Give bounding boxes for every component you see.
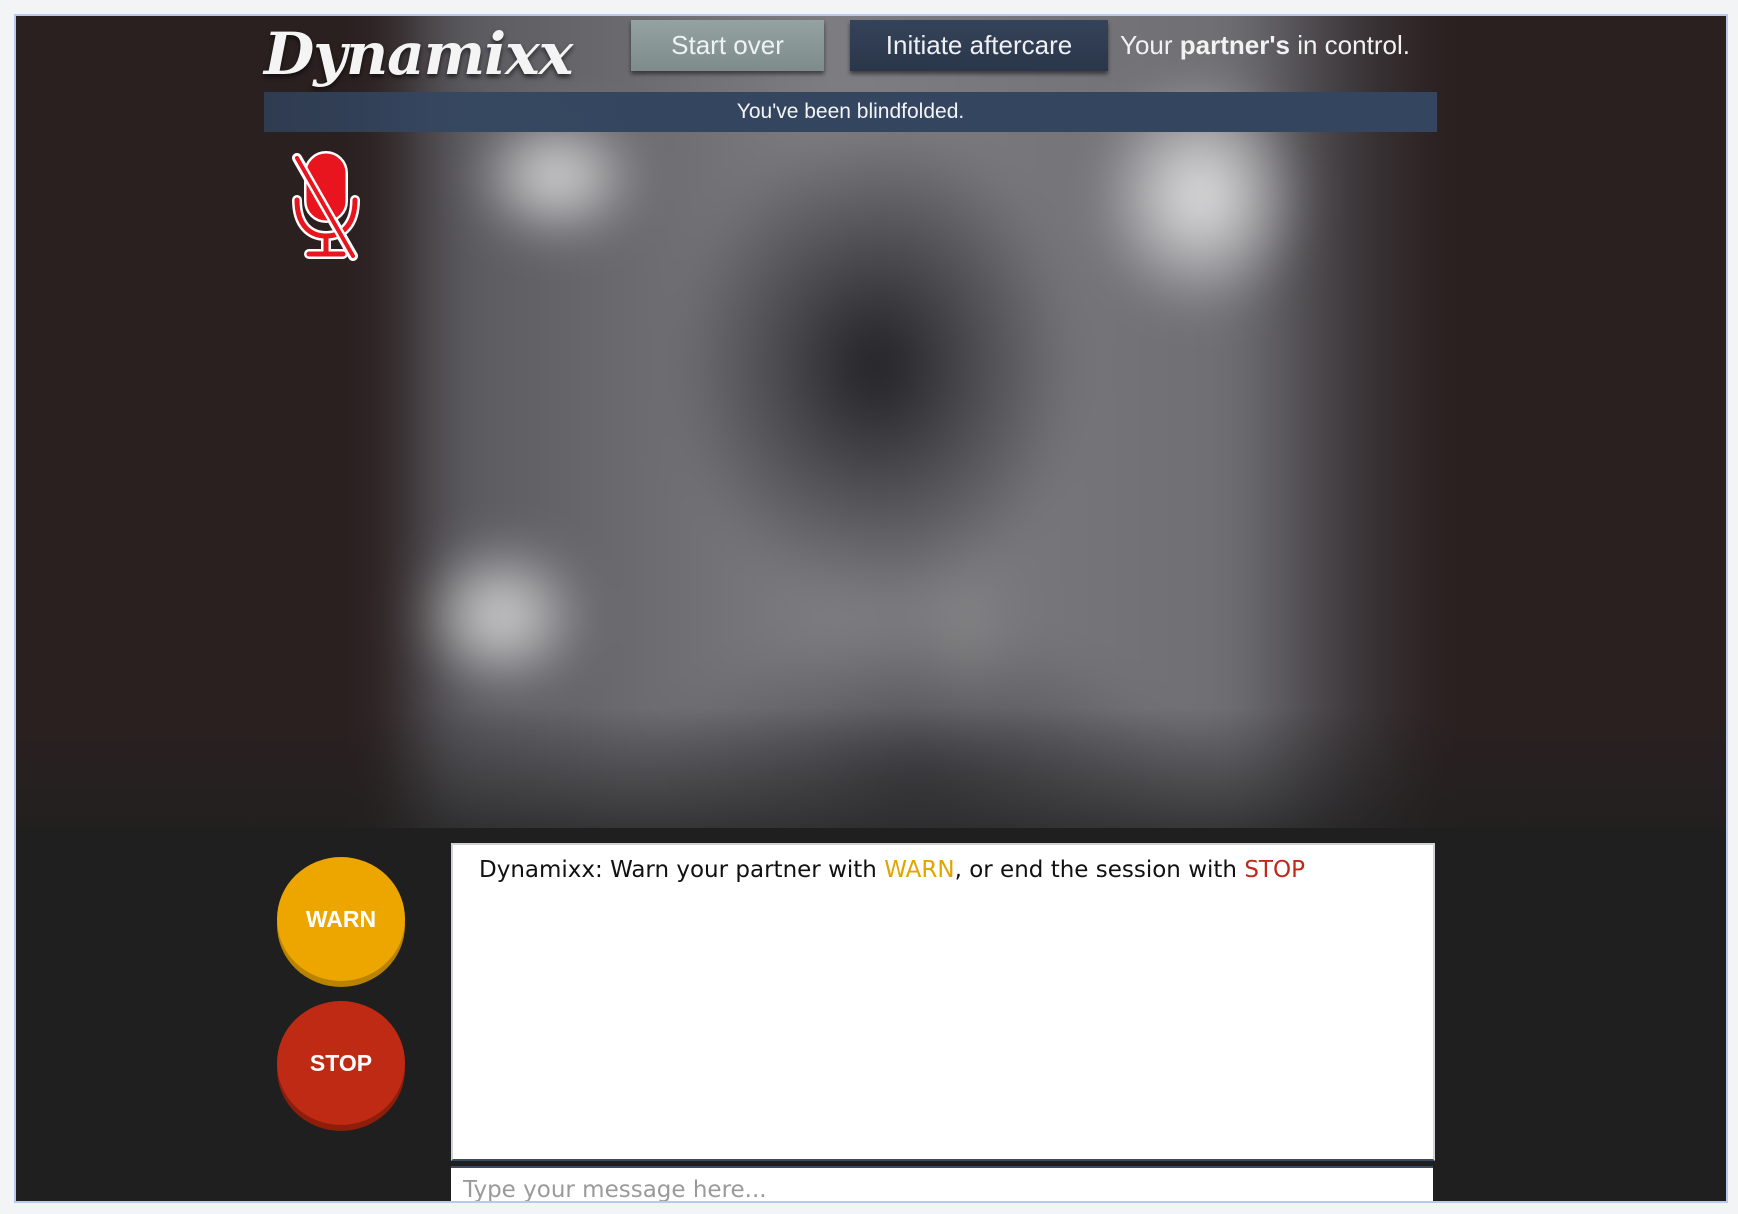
chat-warn-keyword: WARN (884, 857, 955, 883)
app-window: Dynamixx Start over Initiate aftercare Y… (14, 14, 1728, 1203)
stop-button[interactable]: STOP (277, 1001, 405, 1125)
control-status: Your partner's in control. (1120, 20, 1410, 71)
microphone-muted-icon[interactable] (287, 150, 367, 266)
chat-message: Dynamixx: Warn your partner with WARN, o… (479, 857, 1305, 883)
blindfold-banner: You've been blindfolded. (264, 92, 1437, 132)
chat-log: Dynamixx: Warn your partner with WARN, o… (451, 843, 1435, 1161)
chat-message-text: Dynamixx: Warn your partner with (479, 857, 885, 883)
control-status-bold: partner's (1179, 30, 1290, 60)
blurred-video (16, 16, 1726, 828)
logo[interactable]: Dynamixx (264, 20, 573, 88)
video-shade (16, 708, 1726, 828)
control-status-prefix: Your (1120, 30, 1180, 60)
warn-button[interactable]: WARN (277, 857, 405, 981)
chat-message-middle: , or end the session with (954, 857, 1245, 883)
video-feed (16, 16, 1726, 828)
chat-stop-keyword: STOP (1244, 857, 1305, 883)
chat-input[interactable] (451, 1166, 1433, 1201)
initiate-aftercare-button[interactable]: Initiate aftercare (850, 20, 1108, 71)
start-over-button[interactable]: Start over (631, 20, 824, 71)
control-panel: WARN STOP Dynamixx: Warn your partner wi… (16, 828, 1726, 1201)
control-status-suffix: in control. (1290, 30, 1410, 60)
